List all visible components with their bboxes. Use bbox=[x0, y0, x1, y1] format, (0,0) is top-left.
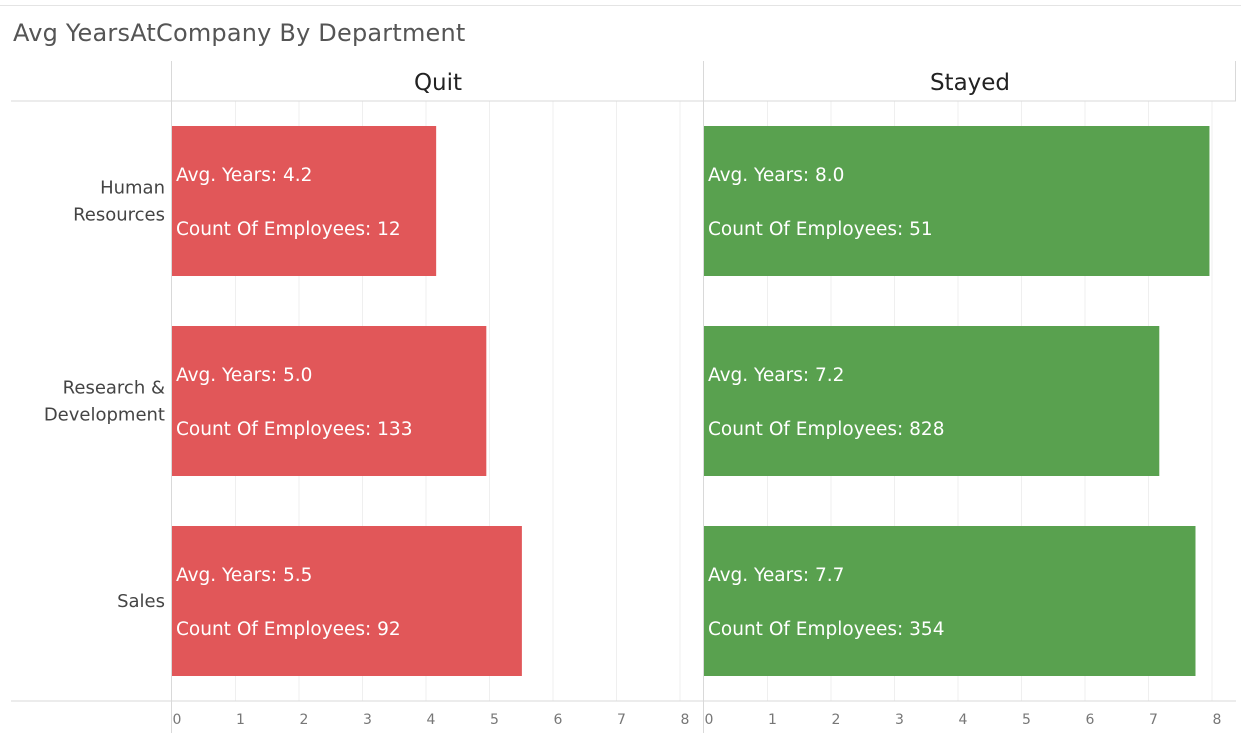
x-tick-label: 0 bbox=[173, 712, 182, 728]
x-tick-label: 2 bbox=[832, 712, 841, 728]
x-tick-label: 5 bbox=[490, 712, 499, 728]
x-tick-label: 3 bbox=[895, 712, 904, 728]
category-label-rd: Research & bbox=[63, 378, 165, 399]
x-tick-label: 2 bbox=[300, 712, 309, 728]
x-tick-label: 4 bbox=[427, 712, 436, 728]
bar-quit-sales bbox=[172, 526, 522, 676]
x-tick-label: 1 bbox=[768, 712, 777, 728]
bar-avg-label: Avg. Years: 8.0 bbox=[708, 165, 844, 186]
chart-canvas: Quit Stayed Human Resources Research & Develo… bbox=[11, 61, 1236, 733]
bar-stayed-rd bbox=[704, 326, 1160, 476]
bar-avg-label: Avg. Years: 7.2 bbox=[708, 365, 844, 386]
x-tick-label: 7 bbox=[1149, 712, 1158, 728]
bar-count-label: Count Of Employees: 133 bbox=[176, 419, 412, 440]
bar-avg-label: Avg. Years: 4.2 bbox=[176, 165, 312, 186]
bar-count-label: Count Of Employees: 12 bbox=[176, 219, 401, 240]
bar-quit-hr bbox=[172, 126, 437, 276]
bar-stayed-sales bbox=[704, 526, 1196, 676]
category-label-rd: Development bbox=[44, 405, 165, 426]
bar-avg-label: Avg. Years: 5.0 bbox=[176, 365, 312, 386]
category-label-sales: Sales bbox=[117, 591, 165, 612]
x-tick-label: 7 bbox=[617, 712, 626, 728]
bar-avg-label: Avg. Years: 7.7 bbox=[708, 565, 844, 586]
bar-avg-label: Avg. Years: 5.5 bbox=[176, 565, 312, 586]
x-tick-label: 3 bbox=[363, 712, 372, 728]
x-tick-label: 0 bbox=[705, 712, 714, 728]
bar-count-label: Count Of Employees: 51 bbox=[708, 219, 933, 240]
panel-title-quit: Quit bbox=[414, 70, 462, 96]
bar-count-label: Count Of Employees: 354 bbox=[708, 619, 944, 640]
x-tick-label: 5 bbox=[1022, 712, 1031, 728]
x-tick-label: 8 bbox=[1213, 712, 1222, 728]
bar-stayed-hr bbox=[704, 126, 1210, 276]
category-label-hr: Resources bbox=[73, 205, 165, 226]
bar-quit-rd bbox=[172, 326, 487, 476]
x-tick-label: 1 bbox=[236, 712, 245, 728]
x-tick-label: 8 bbox=[681, 712, 690, 728]
x-tick-label: 6 bbox=[554, 712, 563, 728]
bar-count-label: Count Of Employees: 92 bbox=[176, 619, 401, 640]
x-tick-label: 4 bbox=[959, 712, 968, 728]
x-tick-label: 6 bbox=[1086, 712, 1095, 728]
panel-title-stayed: Stayed bbox=[930, 70, 1010, 96]
bar-count-label: Count Of Employees: 828 bbox=[708, 419, 944, 440]
category-label-hr: Human bbox=[100, 178, 165, 199]
